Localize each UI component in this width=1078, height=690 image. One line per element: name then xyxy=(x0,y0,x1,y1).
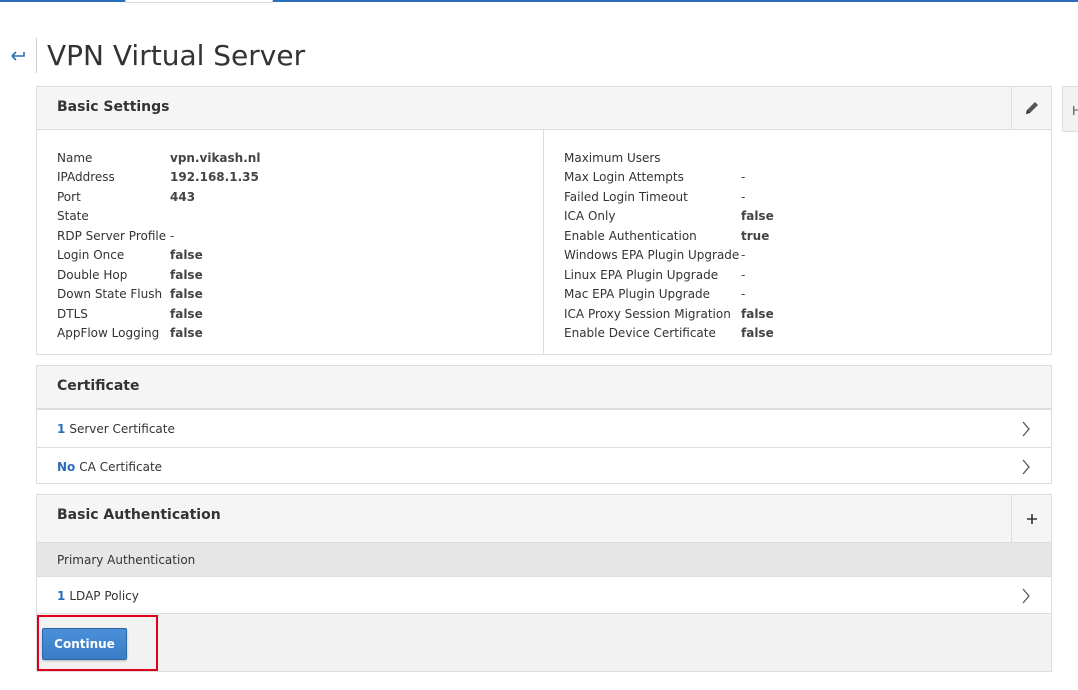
setting-label: Windows EPA Plugin Upgrade xyxy=(564,248,740,263)
setting-value: - xyxy=(741,189,746,204)
setting-value: false xyxy=(170,306,203,321)
chevron-right-icon xyxy=(1022,459,1030,474)
setting-row: AppFlow Logging false xyxy=(57,324,523,344)
certificate-title: Certificate xyxy=(57,378,140,394)
certificate-header: Certificate xyxy=(37,366,1051,409)
edit-basic-settings-button[interactable] xyxy=(1011,87,1051,129)
page-title: VPN Virtual Server xyxy=(47,39,306,72)
setting-value: 192.168.1.35 xyxy=(170,170,259,185)
setting-row: ICA Only false xyxy=(564,207,1031,227)
basic-settings-right-column: Maximum Users Max Login Attempts - Failed L… xyxy=(544,130,1051,354)
setting-value: false xyxy=(170,326,203,341)
setting-label: Name xyxy=(57,150,93,165)
setting-value: false xyxy=(170,267,203,282)
setting-row: Linux EPA Plugin Upgrade - xyxy=(564,265,1031,285)
setting-label: Port xyxy=(57,189,81,204)
ca-certificate-count: No xyxy=(57,459,76,474)
setting-row: RDP Server Profile - xyxy=(57,226,523,246)
setting-label: Login Once xyxy=(57,248,125,263)
setting-label: Enable Device Certificate xyxy=(564,326,716,341)
setting-label: Mac EPA Plugin Upgrade xyxy=(564,287,711,302)
setting-row: State xyxy=(57,207,523,227)
setting-label: Max Login Attempts xyxy=(564,170,684,185)
setting-value: vpn.vikash.nl xyxy=(170,150,261,165)
plus-icon xyxy=(1026,513,1037,524)
add-authentication-button[interactable] xyxy=(1011,495,1051,542)
server-certificate-label: Server Certificate xyxy=(69,421,175,436)
setting-value: 443 xyxy=(170,189,196,204)
ldap-policy-label: LDAP Policy xyxy=(69,589,139,603)
ca-certificate-label: CA Certificate xyxy=(79,459,163,474)
back-button[interactable] xyxy=(9,46,29,66)
ldap-policy-row[interactable]: 1 LDAP Policy xyxy=(37,577,1051,615)
setting-row: ICA Proxy Session Migration false xyxy=(564,304,1031,324)
setting-value: false xyxy=(741,209,774,224)
server-certificate-count: 1 xyxy=(57,421,66,436)
basic-settings-panel: Basic Settings Name vpn.vikash.nl IPAddres… xyxy=(36,86,1052,355)
side-tab[interactable]: H xyxy=(1062,86,1078,132)
top-tab[interactable] xyxy=(125,0,273,3)
setting-row: Windows EPA Plugin Upgrade - xyxy=(564,246,1031,266)
setting-label: Down State Flush xyxy=(57,287,163,302)
setting-label: AppFlow Logging xyxy=(57,326,160,341)
setting-value: - xyxy=(741,267,746,282)
setting-row: Failed Login Timeout - xyxy=(564,187,1031,207)
setting-label: State xyxy=(57,209,89,224)
back-arrow-icon xyxy=(11,51,25,61)
setting-row: DTLS false xyxy=(57,304,523,324)
chevron-right-icon xyxy=(1022,421,1030,436)
setting-label: Enable Authentication xyxy=(564,228,697,243)
setting-label: IPAddress xyxy=(57,170,115,185)
setting-label: Double Hop xyxy=(57,267,128,282)
basic-settings-left-column: Name vpn.vikash.nl IPAddress 192.168.1.35 Po… xyxy=(37,130,544,354)
setting-row: Double Hop false xyxy=(57,265,523,285)
setting-row: Name vpn.vikash.nl xyxy=(57,148,523,168)
setting-row: Maximum Users xyxy=(564,148,1031,168)
ldap-policy-count: 1 xyxy=(57,589,66,603)
setting-label: Linux EPA Plugin Upgrade xyxy=(564,267,719,282)
setting-value: false xyxy=(170,248,203,263)
setting-value: - xyxy=(741,170,746,185)
certificate-panel: Certificate 1 Server Certificate No CA C… xyxy=(36,365,1052,484)
setting-row: Down State Flush false xyxy=(57,285,523,305)
setting-label: RDP Server Profile xyxy=(57,228,167,243)
setting-value: - xyxy=(741,287,746,302)
chevron-right-icon xyxy=(1022,588,1030,604)
basic-authentication-panel: Basic Authentication Primary Authenticat… xyxy=(36,494,1052,672)
setting-label: ICA Only xyxy=(564,209,616,224)
setting-value: true xyxy=(741,228,770,243)
ca-certificate-row[interactable]: No CA Certificate xyxy=(37,447,1051,485)
setting-row: Enable Authentication true xyxy=(564,226,1031,246)
setting-row: IPAddress 192.168.1.35 xyxy=(57,168,523,188)
basic-settings-header: Basic Settings xyxy=(37,87,1051,130)
setting-value: - xyxy=(170,228,175,243)
setting-label: ICA Proxy Session Migration xyxy=(564,306,731,321)
pencil-icon xyxy=(1025,102,1038,114)
primary-authentication-header: Primary Authentication xyxy=(37,543,1051,577)
basic-authentication-title: Basic Authentication xyxy=(57,507,221,523)
setting-row: Port 443 xyxy=(57,187,523,207)
setting-value: false xyxy=(741,306,774,321)
continue-button[interactable]: Continue xyxy=(42,628,127,660)
setting-value: false xyxy=(741,326,774,341)
panel-footer xyxy=(37,613,1051,671)
setting-value: - xyxy=(741,248,746,263)
basic-authentication-header: Basic Authentication xyxy=(37,495,1051,543)
setting-label: DTLS xyxy=(57,306,88,321)
setting-label: Failed Login Timeout xyxy=(564,189,688,204)
setting-value: false xyxy=(170,287,203,302)
basic-settings-title: Basic Settings xyxy=(57,99,170,115)
setting-label: Maximum Users xyxy=(564,150,661,165)
title-divider xyxy=(36,38,37,73)
server-certificate-row[interactable]: 1 Server Certificate xyxy=(37,409,1051,447)
setting-row: Enable Device Certificate false xyxy=(564,324,1031,344)
setting-row: Max Login Attempts - xyxy=(564,168,1031,188)
setting-row: Login Once false xyxy=(57,246,523,266)
setting-row: Mac EPA Plugin Upgrade - xyxy=(564,285,1031,305)
